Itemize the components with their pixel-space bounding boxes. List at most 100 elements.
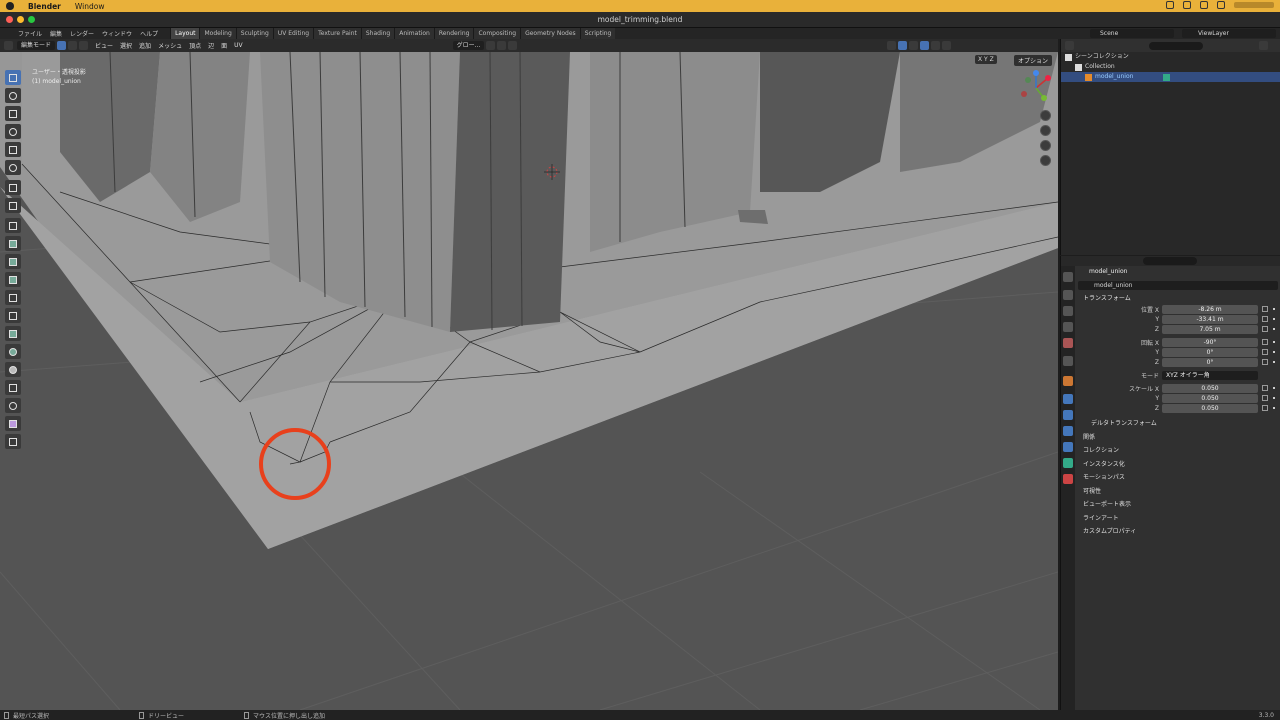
rotation-y-field[interactable]: 0° — [1162, 347, 1258, 357]
viewport-display-panel[interactable]: ビューポート表示 — [1075, 498, 1280, 512]
loop-cut-tool-icon[interactable] — [5, 290, 21, 305]
lock-icon[interactable] — [1262, 306, 1268, 312]
knife-tool-icon[interactable] — [5, 308, 21, 323]
rip-region-tool-icon[interactable] — [5, 434, 21, 449]
scale-z-field[interactable]: 0.050 — [1162, 403, 1258, 413]
mode-dropdown[interactable]: 編集モード — [17, 41, 56, 50]
tab-texture-paint[interactable]: Texture Paint — [313, 28, 361, 39]
3d-viewport[interactable] — [0, 52, 1058, 710]
transform-panel-header[interactable]: トランスフォーム — [1075, 293, 1280, 304]
tab-compositing[interactable]: Compositing — [473, 28, 521, 39]
scale-x-field[interactable]: 0.050 — [1162, 383, 1258, 393]
render-tab-icon[interactable] — [1063, 290, 1073, 300]
location-x-field[interactable]: -8.26 m — [1162, 304, 1258, 314]
tab-layout[interactable]: Layout — [170, 28, 200, 39]
annotate-tool-icon[interactable] — [5, 180, 21, 195]
keyframe-dot-icon[interactable] — [1273, 361, 1275, 363]
outliner-type-icon[interactable] — [1065, 41, 1074, 50]
menu-edge[interactable]: 辺 — [208, 41, 214, 50]
location-z-field[interactable]: 7.05 m — [1162, 324, 1258, 334]
pivot-icon[interactable] — [486, 41, 496, 50]
spin-tool-icon[interactable] — [5, 344, 21, 359]
keyframe-dot-icon[interactable] — [1273, 351, 1275, 353]
location-y-field[interactable]: -33.41 m — [1162, 314, 1258, 324]
lock-icon[interactable] — [1262, 339, 1268, 345]
navigation-gizmo[interactable] — [1018, 70, 1054, 106]
lock-icon[interactable] — [1262, 349, 1268, 355]
tab-shading[interactable]: Shading — [360, 28, 395, 39]
filter-icon[interactable] — [1259, 41, 1268, 50]
menu-uv[interactable]: UV — [234, 42, 243, 49]
rotation-x-field[interactable]: -90° — [1162, 337, 1258, 347]
inset-tool-icon[interactable] — [5, 254, 21, 269]
lock-icon[interactable] — [1262, 359, 1268, 365]
select-tool-icon[interactable] — [5, 70, 21, 85]
zoom-icon[interactable] — [1040, 110, 1051, 121]
tab-modeling[interactable]: Modeling — [199, 28, 236, 39]
extrude-tool-icon[interactable] — [5, 236, 21, 251]
visibility-panel[interactable]: 可視性 — [1075, 485, 1280, 499]
vertex-select-icon[interactable] — [57, 41, 67, 50]
poly-build-tool-icon[interactable] — [5, 326, 21, 341]
menu-view[interactable]: ビュー — [95, 41, 113, 50]
tab-geometry-nodes[interactable]: Geometry Nodes — [520, 28, 580, 39]
close-window-button[interactable] — [6, 16, 13, 23]
lock-icon[interactable] — [1262, 405, 1268, 411]
outliner-collection[interactable]: Collection — [1061, 62, 1280, 72]
menu-render[interactable]: レンダー — [70, 29, 94, 38]
object-tab-icon[interactable] — [1063, 376, 1073, 386]
keyframe-dot-icon[interactable] — [1273, 341, 1275, 343]
editor-type-icon[interactable] — [4, 41, 13, 50]
line-art-panel[interactable]: ラインアート — [1075, 512, 1280, 526]
world-tab-icon[interactable] — [1063, 356, 1073, 366]
tool-tab-icon[interactable] — [1063, 272, 1073, 282]
rotate-tool-icon[interactable] — [5, 124, 21, 139]
menu-edit[interactable]: 編集 — [50, 29, 62, 38]
options-button[interactable]: オプション — [1014, 55, 1053, 66]
scene-selector[interactable]: Scene — [1090, 29, 1174, 38]
transform-tool-icon[interactable] — [5, 160, 21, 175]
battery-icon[interactable] — [1166, 1, 1174, 9]
proportional-edit-icon[interactable] — [508, 41, 518, 50]
scale-y-field[interactable]: 0.050 — [1162, 393, 1258, 403]
app-menu[interactable]: Blender — [28, 2, 61, 11]
material-shading-icon[interactable] — [931, 41, 941, 50]
viewlayer-selector[interactable]: ViewLayer — [1182, 29, 1276, 38]
menu-help[interactable]: ヘルプ — [140, 29, 158, 38]
add-cube-tool-icon[interactable] — [5, 218, 21, 233]
bluetooth-icon[interactable] — [1183, 1, 1191, 9]
constraints-tab-icon[interactable] — [1063, 442, 1073, 452]
properties-search-input[interactable] — [1143, 257, 1197, 265]
scene-tab-icon[interactable] — [1063, 338, 1073, 348]
search-icon[interactable] — [1217, 1, 1225, 9]
relations-panel[interactable]: 関係 — [1075, 431, 1280, 445]
keyframe-dot-icon[interactable] — [1273, 328, 1275, 330]
menu-window[interactable]: ウィンドウ — [102, 29, 132, 38]
cursor-tool-icon[interactable] — [5, 88, 21, 103]
grid-icon[interactable] — [1040, 155, 1051, 166]
modifier-tab-icon[interactable] — [1063, 394, 1073, 404]
edge-select-icon[interactable] — [68, 41, 78, 50]
wifi-icon[interactable] — [1200, 1, 1208, 9]
physics-tab-icon[interactable] — [1063, 426, 1073, 436]
material-tab-icon[interactable] — [1063, 474, 1073, 484]
snap-icon[interactable] — [497, 41, 507, 50]
output-tab-icon[interactable] — [1063, 306, 1073, 316]
instancing-panel[interactable]: インスタンス化 — [1075, 458, 1280, 472]
lock-icon[interactable] — [1262, 326, 1268, 332]
collections-panel[interactable]: コレクション — [1075, 444, 1280, 458]
keyframe-dot-icon[interactable] — [1273, 387, 1275, 389]
object-name-field[interactable]: model_union — [1078, 281, 1278, 290]
tab-scripting[interactable]: Scripting — [579, 28, 616, 39]
view-layer-tab-icon[interactable] — [1063, 322, 1073, 332]
menu-select[interactable]: 選択 — [120, 41, 132, 50]
solid-shading-icon[interactable] — [920, 41, 930, 50]
menu-add[interactable]: 追加 — [139, 41, 151, 50]
keyframe-dot-icon[interactable] — [1273, 308, 1275, 310]
menu-vertex[interactable]: 頂点 — [189, 41, 201, 50]
rendered-shading-icon[interactable] — [942, 41, 952, 50]
axis-toggle[interactable]: X Y Z — [975, 55, 997, 64]
motion-paths-panel[interactable]: モーションパス — [1075, 471, 1280, 485]
face-select-icon[interactable] — [79, 41, 89, 50]
outliner-object-row[interactable]: model_union — [1061, 72, 1280, 82]
